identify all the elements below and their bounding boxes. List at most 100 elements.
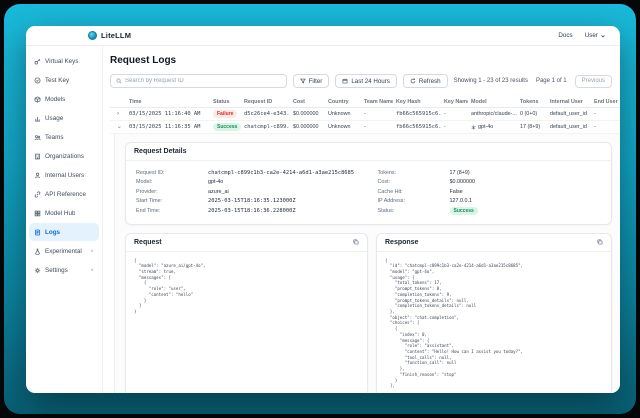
cell-end-user: - [591, 111, 620, 117]
copy-response-button[interactable] [597, 239, 603, 245]
sidebar-item-label: Model Hub [45, 210, 75, 217]
detail-value: gpt-4o [208, 179, 223, 185]
column-header-status: Status [210, 99, 241, 105]
time-range-button-label: Last 24 Hours [351, 78, 390, 85]
cell-cost: $0.000000 [290, 111, 325, 117]
sidebar-item-teams[interactable]: Teams [29, 128, 99, 146]
detail-label: Tokens: [378, 170, 450, 176]
sidebar-item-label: Logs [45, 229, 60, 236]
detail-value: False [450, 189, 463, 195]
calendar-icon [342, 78, 348, 84]
models-icon [34, 96, 41, 103]
page-indicator: Page 1 of 1 [536, 78, 567, 84]
cell-time: 03/15/2025 11:16:40 AM [126, 111, 210, 117]
column-header-request-id: Request ID [241, 99, 290, 105]
detail-value: 127.0.0.1 [450, 198, 472, 204]
cell-internal-user: default_user_id [547, 124, 591, 130]
logs-icon [34, 229, 41, 236]
detail-value: 17 (8+9) [450, 170, 470, 176]
previous-page-button[interactable]: Previous [575, 75, 612, 88]
request-json: { "model": "azure_ai/gpt-4o", "stream": … [126, 252, 367, 321]
internal-users-icon [34, 172, 41, 179]
model-name: gpt-4o [478, 124, 493, 130]
filter-button[interactable]: Filter [293, 74, 330, 88]
experimental-icon [34, 248, 41, 255]
sidebar-item-label: Test Key [45, 77, 69, 84]
cell-time: 03/15/2025 11:16:35 AM [126, 124, 210, 130]
detail-value: 2025-03-15T18:16:36.228000Z [208, 208, 296, 214]
detail-label: Request ID: [136, 170, 208, 176]
status-badge: Success [450, 207, 478, 216]
expanded-log-details: Request Details Request ID:chatcmpl-c899… [114, 134, 620, 393]
search-box [110, 74, 287, 88]
provider-icon [471, 125, 476, 130]
refresh-button-label: Refresh [419, 78, 441, 85]
details-right-column: Tokens:17 (8+9) Cost:$0.000000 Cache Hit… [378, 168, 602, 216]
expand-row-icon[interactable]: › [117, 111, 119, 118]
sidebar-item-label: API Reference [45, 191, 86, 198]
cell-cost: $0.000000 [290, 124, 325, 130]
detail-label: Provider: [136, 189, 208, 195]
cell-team-name: - [361, 124, 393, 130]
column-header-tokens: Tokens [517, 99, 547, 105]
detail-label: Model: [136, 179, 208, 185]
user-menu[interactable]: User [585, 32, 606, 39]
search-input[interactable] [125, 78, 281, 84]
chevron-down-icon [600, 33, 606, 39]
sidebar-item-label: Usage [45, 115, 63, 122]
column-header-internal-user: Internal User [547, 99, 591, 105]
logs-toolbar: Filter Last 24 Hours Refresh Showing 1 -… [110, 74, 620, 88]
sidebar-item-label: Organizations [45, 153, 84, 160]
time-range-button[interactable]: Last 24 Hours [335, 74, 397, 88]
column-header-model: Model [468, 99, 517, 105]
refresh-icon [410, 78, 416, 84]
detail-value: 2025-03-15T18:16:35.123000Z [208, 198, 296, 204]
table-row: › 03/15/2025 11:16:40 AM Failure d5c26ce… [110, 108, 620, 121]
sidebar-item-organizations[interactable]: Organizations [29, 147, 99, 165]
organizations-icon [34, 153, 41, 160]
copy-request-button[interactable] [353, 239, 359, 245]
column-header-time: Time [126, 99, 210, 105]
chevron-down-icon: ∨ [90, 249, 94, 254]
sidebar-item-label: Teams [45, 134, 64, 141]
cell-tokens: 17 (8+9) [517, 124, 547, 130]
cell-team-name: - [361, 111, 393, 117]
brand-name: LiteLLM [101, 31, 131, 40]
sidebar: Virtual Keys Test Key Models Usage Teams [26, 46, 103, 393]
request-details-title: Request Details [134, 148, 187, 155]
search-icon [116, 78, 122, 84]
sidebar-item-experimental[interactable]: Experimental ∨ [29, 242, 99, 260]
detail-value: chatcmpl-c899c1b3-ca2e-4214-a6d1-a3ae215… [208, 170, 354, 176]
request-panel-title: Request [134, 239, 162, 246]
sidebar-item-virtual-keys[interactable]: Virtual Keys [29, 52, 99, 70]
cell-internal-user: default_user_id [547, 111, 591, 117]
cell-key-name: - [441, 124, 468, 130]
sidebar-item-label: Virtual Keys [45, 58, 78, 65]
sidebar-item-test-key[interactable]: Test Key [29, 71, 99, 89]
refresh-button[interactable]: Refresh [403, 74, 448, 88]
cell-end-user: - [591, 124, 620, 130]
column-header-team-name: Team Name [361, 99, 393, 105]
test-key-icon [34, 77, 41, 84]
collapse-row-icon[interactable]: › [115, 126, 122, 128]
response-panel: Response { "id": "chatcmpl-c899c1b3-ca2e… [376, 233, 612, 394]
sidebar-item-usage[interactable]: Usage [29, 109, 99, 127]
sidebar-item-settings[interactable]: Settings ∨ [29, 261, 99, 279]
sidebar-item-api-reference[interactable]: API Reference [29, 185, 99, 203]
sidebar-item-models[interactable]: Models [29, 90, 99, 108]
table-header-row: Time Status Request ID Cost Country Team… [110, 96, 620, 108]
sidebar-item-model-hub[interactable]: Model Hub [29, 204, 99, 222]
logs-table: Time Status Request ID Cost Country Team… [110, 96, 620, 134]
cell-country: Unknown [325, 111, 361, 117]
detail-label: Cache Hit: [378, 189, 450, 195]
sidebar-item-label: Settings [45, 267, 68, 274]
docs-link[interactable]: Docs [558, 32, 572, 39]
detail-value: $0.000000 [450, 179, 475, 185]
app-window: LiteLLM Docs User Virtual Keys Test Ke [26, 26, 620, 393]
detail-label: End Time: [136, 208, 208, 214]
copy-icon [353, 239, 359, 245]
cell-key-hash: fb66c565915c6... [393, 111, 441, 117]
sidebar-item-logs[interactable]: Logs [29, 223, 99, 241]
column-header-cost: Cost [290, 99, 325, 105]
sidebar-item-internal-users[interactable]: Internal Users [29, 166, 99, 184]
